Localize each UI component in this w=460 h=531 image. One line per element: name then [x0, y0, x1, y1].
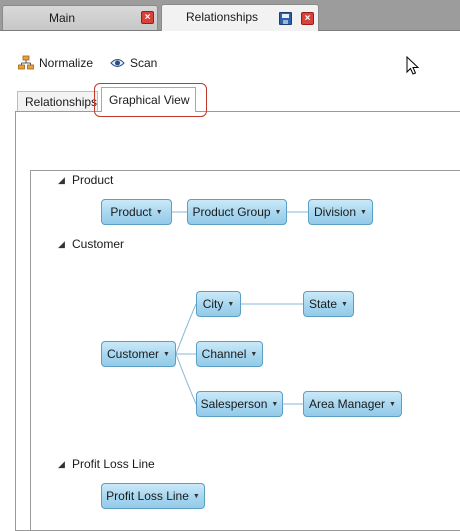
group-label: Customer: [72, 237, 125, 251]
node-label: Salesperson: [200, 397, 268, 411]
collapse-triangle-icon[interactable]: ◢: [58, 239, 72, 250]
group-header-customer[interactable]: ◢ Customer: [58, 237, 124, 251]
group-label: Product: [72, 173, 114, 187]
node-city[interactable]: City ▼: [196, 291, 241, 317]
node-product-group[interactable]: Product Group ▼: [187, 199, 287, 225]
dropdown-arrow-icon[interactable]: ▼: [271, 401, 278, 408]
dropdown-arrow-icon[interactable]: ▼: [193, 493, 200, 500]
node-label: Channel: [201, 347, 247, 361]
node-customer[interactable]: Customer ▼: [101, 341, 176, 367]
node-label: State: [309, 297, 338, 311]
node-label: Profit Loss Line: [106, 489, 189, 503]
collapse-triangle-icon[interactable]: ◢: [58, 459, 72, 470]
node-area-manager[interactable]: Area Manager ▼: [303, 391, 402, 417]
group-header-profit-loss-line[interactable]: ◢ Profit Loss Line: [58, 457, 155, 471]
dropdown-arrow-icon[interactable]: ▼: [360, 209, 367, 216]
node-label: Product: [110, 205, 152, 219]
group-header-product[interactable]: ◢ Product: [58, 173, 113, 187]
node-channel[interactable]: Channel ▼: [196, 341, 263, 367]
connector-line: [175, 353, 197, 405]
dropdown-arrow-icon[interactable]: ▼: [389, 401, 396, 408]
node-state[interactable]: State ▼: [303, 291, 354, 317]
dropdown-arrow-icon[interactable]: ▼: [163, 351, 170, 358]
node-label: Division: [314, 205, 357, 219]
connector-line: [175, 303, 197, 355]
dropdown-arrow-icon[interactable]: ▼: [156, 209, 163, 216]
node-label: Area Manager: [309, 397, 386, 411]
node-division[interactable]: Division ▼: [308, 199, 373, 225]
dropdown-arrow-icon[interactable]: ▼: [250, 351, 257, 358]
group-label: Profit Loss Line: [72, 457, 155, 471]
node-product[interactable]: Product ▼: [101, 199, 172, 225]
node-label: Product Group: [192, 205, 271, 219]
node-label: Customer: [107, 347, 160, 361]
dropdown-arrow-icon[interactable]: ▼: [275, 209, 282, 216]
node-profit-loss-line[interactable]: Profit Loss Line ▼: [101, 483, 205, 509]
dropdown-arrow-icon[interactable]: ▼: [227, 301, 234, 308]
node-salesperson[interactable]: Salesperson ▼: [196, 391, 283, 417]
collapse-triangle-icon[interactable]: ◢: [58, 175, 72, 186]
graph-connectors: [172, 211, 308, 405]
node-label: City: [202, 297, 224, 311]
dropdown-arrow-icon[interactable]: ▼: [341, 301, 348, 308]
